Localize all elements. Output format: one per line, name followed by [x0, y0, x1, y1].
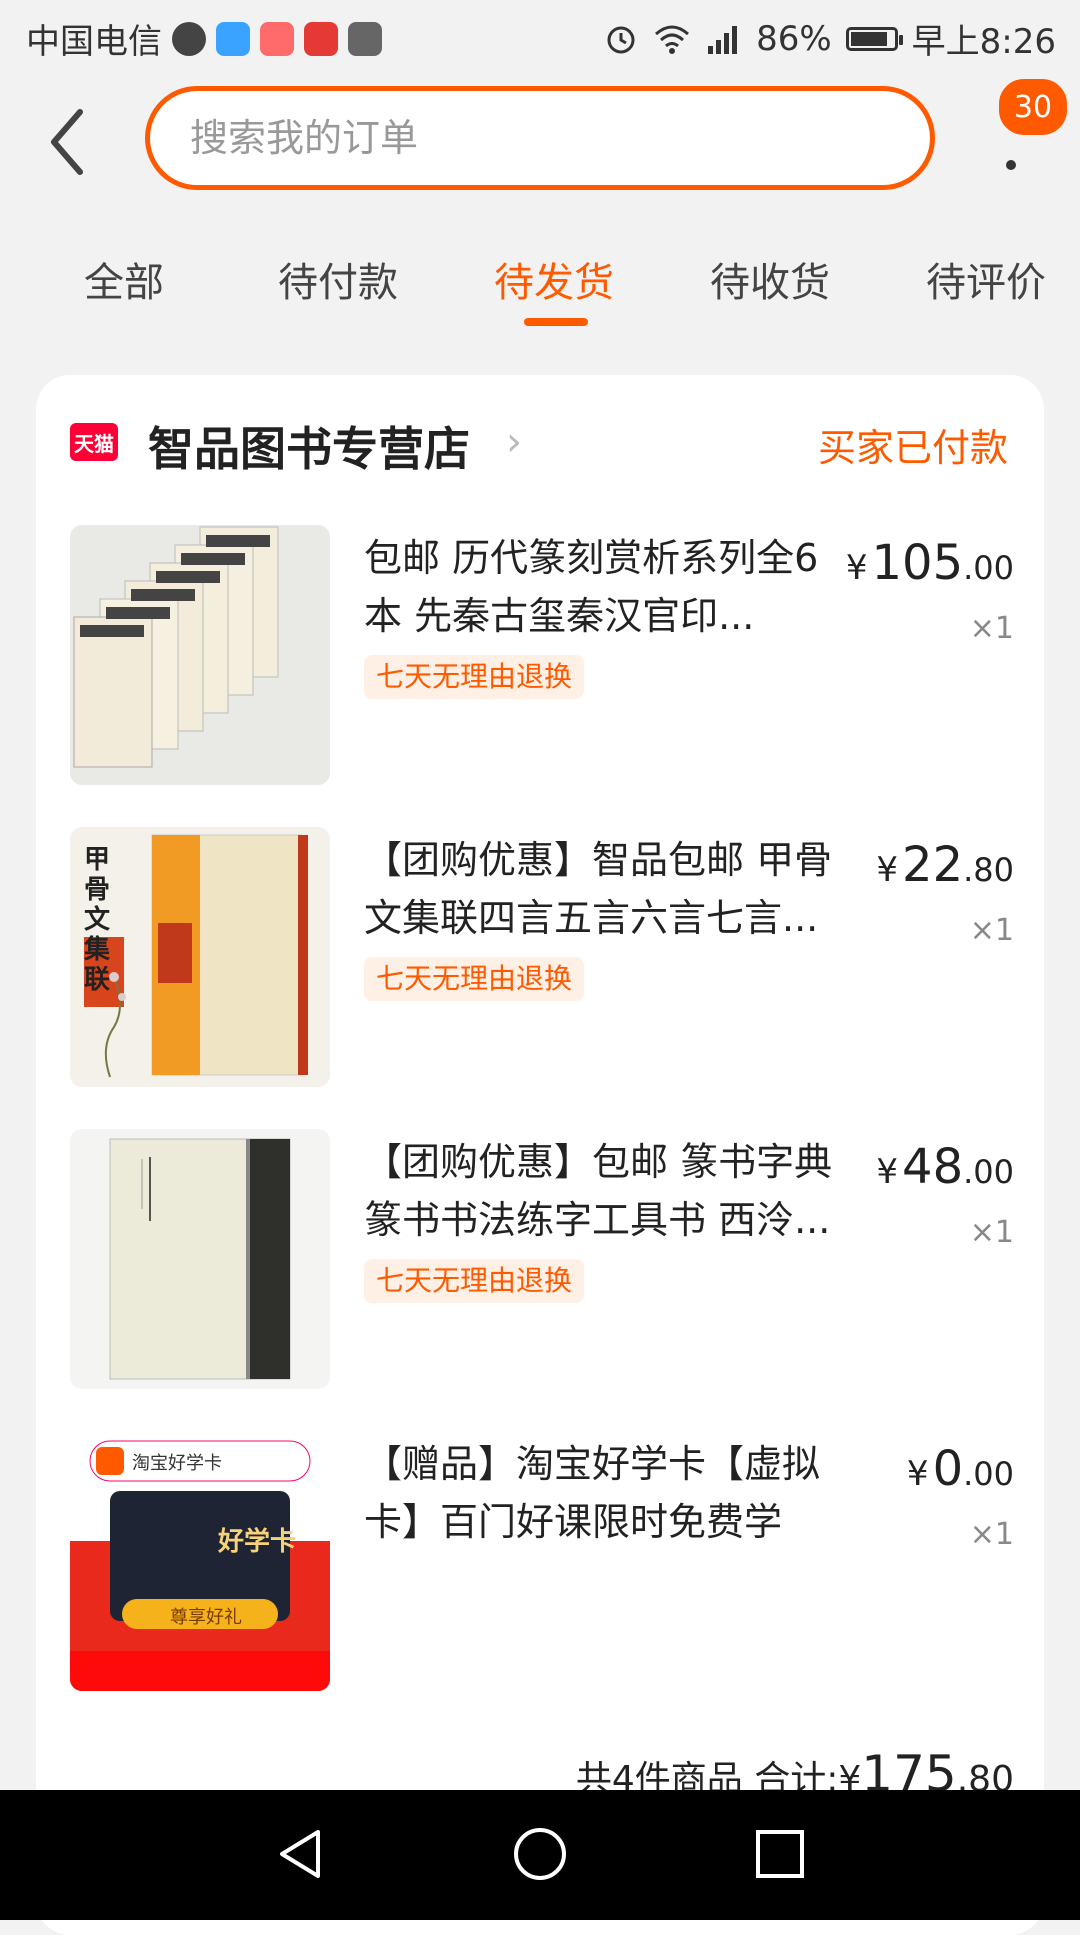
- order-item[interactable]: 包邮 历代篆刻赏析系列全6本 先秦古玺秦汉官印... 七天无理由退换 ¥105.…: [36, 525, 1044, 827]
- shop-name[interactable]: 智品图书专营店: [148, 413, 470, 479]
- product-title[interactable]: 【赠品】淘宝好学卡【虚拟卡】百门好课限时免费学: [364, 1435, 854, 1551]
- product-price: ¥22.80: [876, 837, 1014, 893]
- currency-symbol: ¥: [876, 850, 899, 890]
- price-decimal: .00: [963, 1153, 1014, 1191]
- price-integer: 0: [932, 1441, 964, 1497]
- price-integer: 48: [902, 1139, 964, 1195]
- product-quantity: ×1: [969, 611, 1014, 646]
- product-image[interactable]: [70, 525, 330, 785]
- currency-symbol: ¥: [876, 1152, 899, 1192]
- product-quantity: ×1: [969, 1517, 1014, 1552]
- return-policy-tag: 七天无理由退换: [364, 655, 585, 699]
- order-tabs: 全部 待付款 待发货 待收货 待评价: [0, 230, 1080, 330]
- search-input[interactable]: [188, 115, 930, 161]
- order-status: 买家已付款: [817, 426, 1008, 470]
- currency-symbol: ¥: [845, 548, 868, 588]
- price-decimal: .00: [963, 1455, 1014, 1493]
- message-count-badge: 30: [996, 76, 1070, 138]
- header: 30: [0, 76, 1080, 206]
- product-price: ¥48.00: [876, 1139, 1014, 1195]
- search-bar[interactable]: [145, 86, 935, 190]
- alarm-icon: [607, 26, 635, 53]
- price-decimal: .00: [963, 549, 1014, 587]
- app-icon: [216, 21, 250, 56]
- battery-percent: 86%: [756, 18, 832, 59]
- product-title[interactable]: 【团购优惠】包邮 篆书字典 篆书书法练字工具书 西泠...: [364, 1133, 854, 1249]
- product-image[interactable]: 淘宝好学卡 好学卡 尊享好礼: [70, 1431, 330, 1691]
- product-card-search-text: 淘宝好学卡: [132, 1453, 222, 1474]
- product-card-title: 好学卡: [218, 1527, 297, 1557]
- app-icon: [348, 21, 382, 56]
- system-nav-bar: [0, 1790, 1080, 1920]
- product-card-button-text: 尊享好礼: [170, 1607, 242, 1628]
- more-dot-icon: [1006, 160, 1016, 170]
- status-bar-left: 中国电信: [26, 14, 382, 63]
- clock: 早上8:26: [911, 22, 1056, 62]
- status-bar-right: 86% 早上8:26: [604, 14, 1056, 63]
- carrier-label: 中国电信: [26, 22, 162, 62]
- order-item[interactable]: 淘宝好学卡 好学卡 尊享好礼 【赠品】淘宝好学卡【虚拟卡】百门好课限时免费学 ¥…: [36, 1431, 1044, 1733]
- battery-icon: [845, 26, 903, 51]
- product-quantity: ×1: [969, 1215, 1014, 1250]
- product-image[interactable]: [70, 1129, 330, 1389]
- shop-header[interactable]: 天猫 智品图书专营店 › 买家已付款: [36, 375, 1044, 505]
- return-policy-tag: 七天无理由退换: [364, 1259, 585, 1303]
- chevron-left-icon: [51, 109, 83, 175]
- app-icon: [260, 21, 294, 56]
- tab-pending-payment[interactable]: 待付款: [278, 250, 398, 308]
- product-image[interactable]: 甲骨文集联: [70, 827, 330, 1087]
- tab-pending-review[interactable]: 待评价: [926, 250, 1046, 308]
- chevron-right-icon: ›: [506, 419, 522, 465]
- currency-symbol: ¥: [906, 1454, 929, 1494]
- product-cover-text: 甲骨文集联: [84, 845, 111, 995]
- nav-recents-icon[interactable]: [750, 1824, 810, 1884]
- product-price: ¥105.00: [846, 535, 1014, 591]
- product-title[interactable]: 包邮 历代篆刻赏析系列全6本 先秦古玺秦汉官印...: [364, 529, 854, 645]
- tmall-badge: 天猫: [70, 423, 118, 461]
- nav-back-icon[interactable]: [270, 1824, 330, 1884]
- price-decimal: .80: [963, 851, 1014, 889]
- signal-icon: [708, 25, 738, 54]
- status-bar: 中国电信 86% 早上8:26: [0, 0, 1080, 76]
- order-item[interactable]: 甲骨文集联 【团购优惠】智品包邮 甲骨文集联四言五言六言七言... 七天无理由退…: [36, 827, 1044, 1129]
- price-integer: 22: [902, 837, 964, 893]
- product-title[interactable]: 【团购优惠】智品包邮 甲骨文集联四言五言六言七言...: [364, 831, 854, 947]
- price-integer: 105: [871, 535, 964, 591]
- wifi-icon: [655, 25, 690, 54]
- active-tab-indicator: [524, 318, 588, 326]
- back-button[interactable]: [42, 102, 92, 182]
- tab-pending-receipt[interactable]: 待收货: [710, 250, 830, 308]
- order-card[interactable]: 天猫 智品图书专营店 › 买家已付款 包邮 历代篆刻赏析系列全6本 先秦古玺秦汉…: [36, 375, 1044, 1935]
- return-policy-tag: 七天无理由退换: [364, 957, 585, 1001]
- tab-pending-shipment[interactable]: 待发货: [494, 250, 614, 308]
- app-icon: [304, 21, 338, 56]
- order-item[interactable]: 【团购优惠】包邮 篆书字典 篆书书法练字工具书 西泠... 七天无理由退换 ¥4…: [36, 1129, 1044, 1431]
- message-icon: [172, 21, 206, 56]
- nav-home-icon[interactable]: [510, 1824, 570, 1884]
- product-quantity: ×1: [969, 913, 1014, 948]
- tab-all[interactable]: 全部: [84, 250, 164, 308]
- product-price: ¥0.00: [907, 1441, 1014, 1497]
